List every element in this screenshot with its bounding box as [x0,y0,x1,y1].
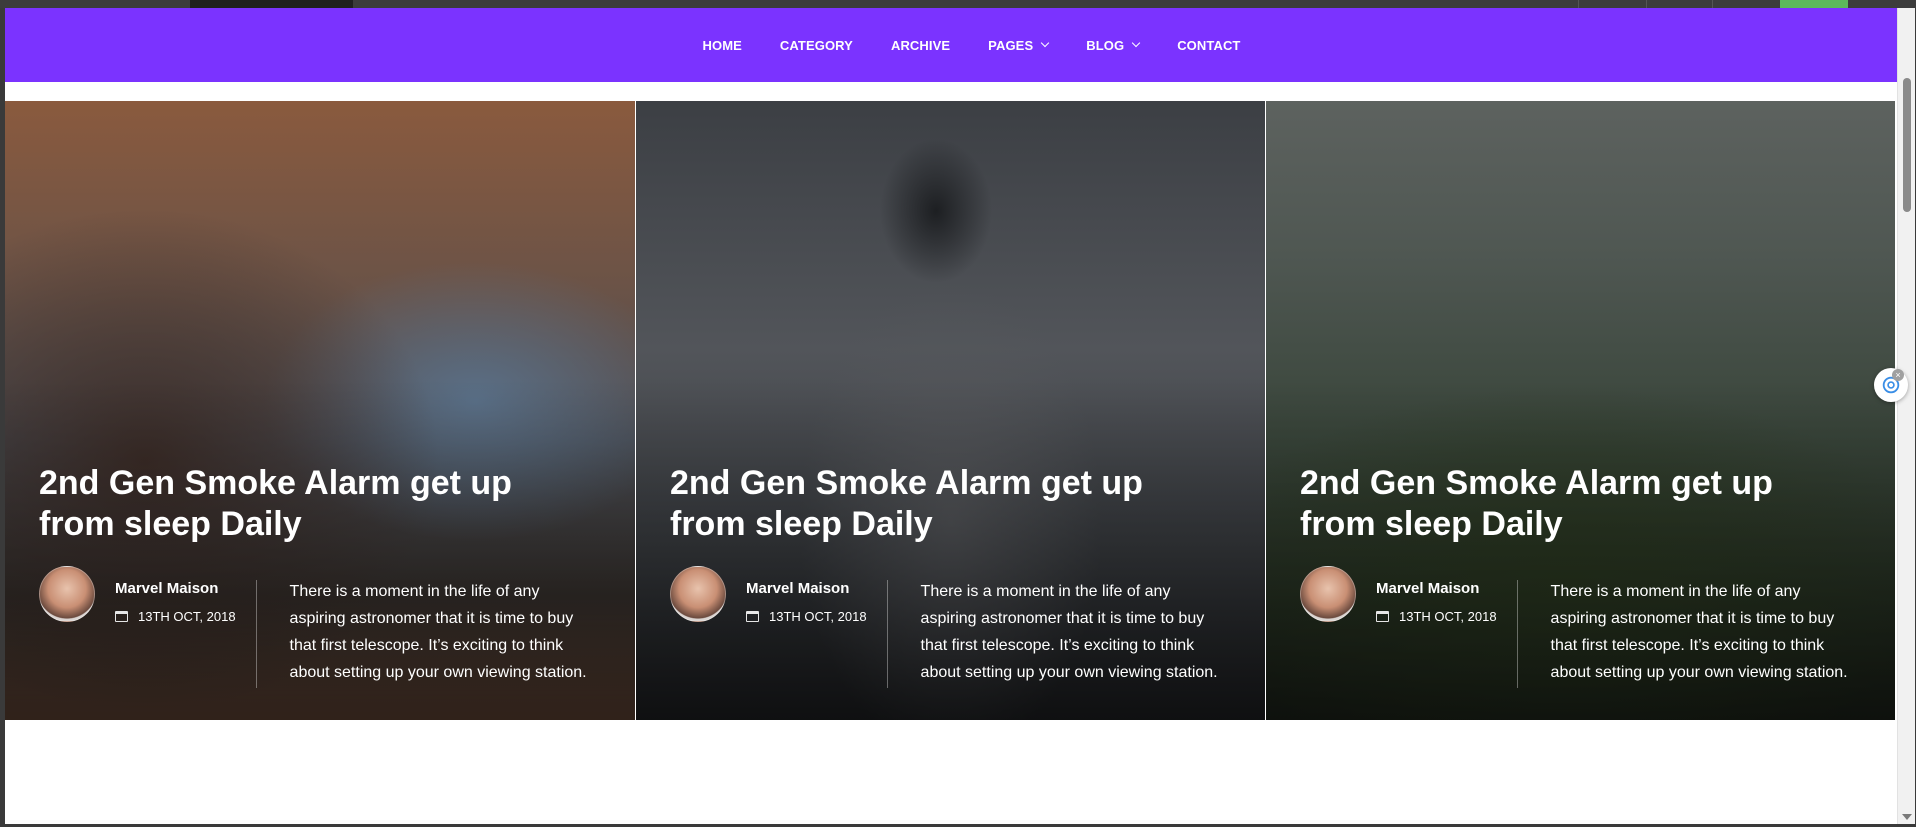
browser-tab-active[interactable] [190,0,353,8]
post-meta: Marvel Maison 13TH OCT, 2018 There is a … [1300,566,1861,688]
nav-item-contact[interactable]: CONTACT [1158,38,1259,53]
post-card[interactable]: 2nd Gen Smoke Alarm get up from sleep Da… [1265,101,1895,720]
post-card[interactable]: 2nd Gen Smoke Alarm get up from sleep Da… [635,101,1265,720]
calendar-icon [746,611,759,622]
nav-item-pages[interactable]: PAGES [969,38,1067,53]
post-excerpt: There is a moment in the life of any asp… [289,583,587,681]
post-date: 13TH OCT, 2018 [138,609,236,624]
date-row: 13TH OCT, 2018 [746,609,867,624]
browser-divider [1578,0,1579,8]
featured-posts: 2nd Gen Smoke Alarm get up from sleep Da… [5,101,1895,720]
chevron-down-icon [1040,38,1050,48]
author-block: Marvel Maison 13TH OCT, 2018 [115,580,236,624]
nav-menu: HOME CATEGORY ARCHIVE PAGES BLOG CONTACT [684,38,1260,53]
nav-item-archive[interactable]: ARCHIVE [872,38,969,53]
post-date: 13TH OCT, 2018 [1399,609,1497,624]
date-row: 13TH OCT, 2018 [1376,609,1497,624]
author-block: Marvel Maison 13TH OCT, 2018 [746,580,867,624]
author-block: Marvel Maison 13TH OCT, 2018 [1376,580,1497,624]
author-name[interactable]: Marvel Maison [746,580,867,597]
scroll-down-arrow-icon[interactable] [1902,814,1912,820]
post-title[interactable]: 2nd Gen Smoke Alarm get up from sleep Da… [39,463,559,545]
nav-item-label: CATEGORY [779,37,853,53]
author-name[interactable]: Marvel Maison [1376,580,1497,597]
post-excerpt: There is a moment in the life of any asp… [920,583,1218,681]
post-meta: Marvel Maison 13TH OCT, 2018 There is a … [670,566,1231,688]
browser-extension-indicator [1780,0,1848,8]
close-icon[interactable]: × [1892,369,1904,381]
meta-divider [886,580,888,688]
page-viewport: HOME CATEGORY ARCHIVE PAGES BLOG CONTACT [5,8,1898,824]
main-navbar: HOME CATEGORY ARCHIVE PAGES BLOG CONTACT [5,8,1898,82]
meta-divider [255,580,257,688]
browser-divider [1712,0,1713,8]
meta-divider [1516,580,1518,688]
avatar [670,566,726,622]
date-row: 13TH OCT, 2018 [115,609,236,624]
browser-divider [1646,0,1647,8]
calendar-icon [1376,611,1389,622]
calendar-icon [115,611,128,622]
browser-top-bar [0,0,1916,8]
nav-item-category[interactable]: CATEGORY [761,38,872,53]
post-excerpt: There is a moment in the life of any asp… [1550,583,1848,681]
author-name[interactable]: Marvel Maison [115,580,236,597]
post-title[interactable]: 2nd Gen Smoke Alarm get up from sleep Da… [1300,463,1820,545]
post-title[interactable]: 2nd Gen Smoke Alarm get up from sleep Da… [670,463,1190,545]
post-meta: Marvel Maison 13TH OCT, 2018 There is a … [39,566,600,688]
nav-item-blog[interactable]: BLOG [1067,38,1158,53]
nav-item-home[interactable]: HOME [684,38,761,53]
scrollbar-thumb[interactable] [1903,78,1911,212]
nav-item-label: BLOG [1086,37,1125,53]
post-date: 13TH OCT, 2018 [769,609,867,624]
chevron-down-icon [1131,38,1141,48]
nav-item-label: HOME [702,37,742,53]
nav-item-label: PAGES [988,37,1034,53]
nav-item-label: ARCHIVE [890,37,951,53]
avatar [1300,566,1356,622]
post-card[interactable]: 2nd Gen Smoke Alarm get up from sleep Da… [5,101,635,720]
avatar [39,566,95,622]
nav-item-label: CONTACT [1177,37,1241,53]
vertical-scrollbar[interactable] [1897,8,1915,824]
